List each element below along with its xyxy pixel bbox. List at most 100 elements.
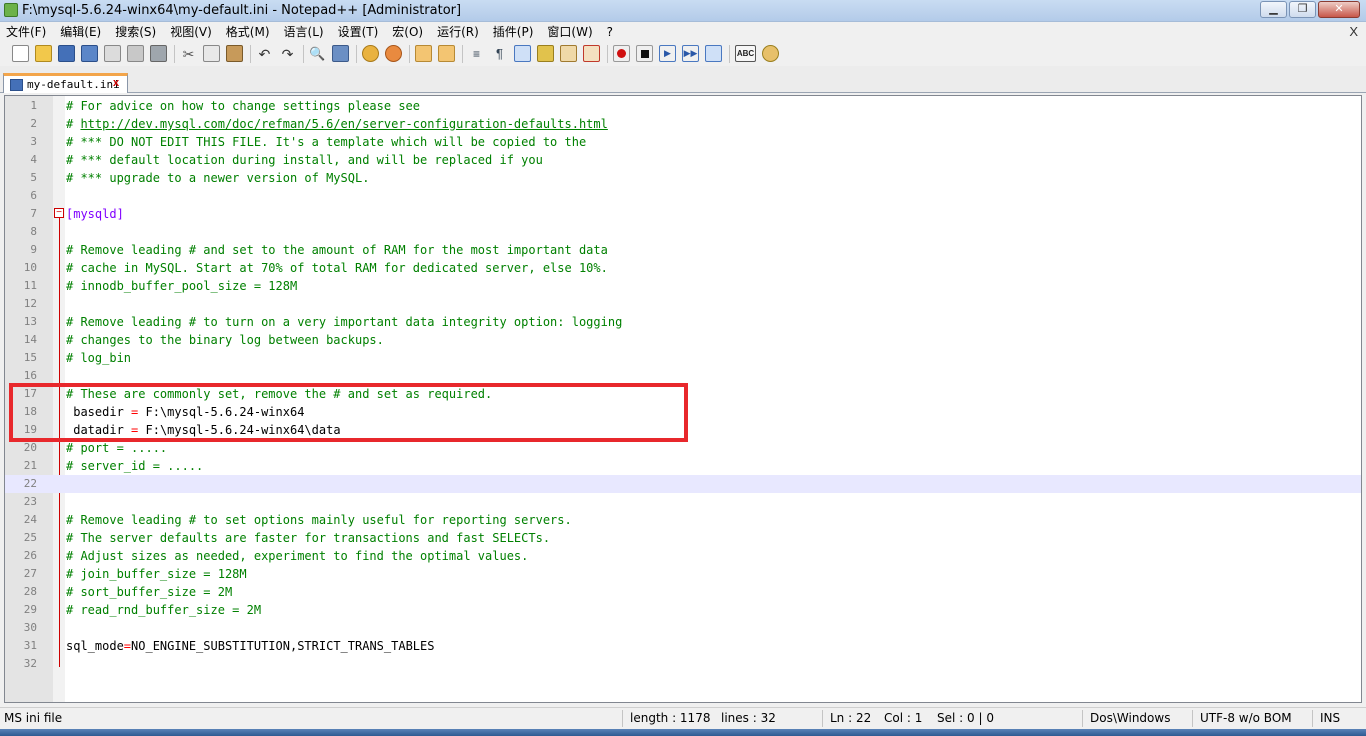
menu-help[interactable]: ? (607, 25, 613, 39)
code-line[interactable]: 21 # server_id = ..... (5, 457, 1361, 475)
user-language-icon[interactable] (537, 45, 554, 62)
code-text[interactable]: # join_buffer_size = 128M (66, 565, 247, 583)
paste-icon[interactable] (226, 45, 243, 62)
code-line[interactable]: 5 # *** upgrade to a newer version of MyS… (5, 169, 1361, 187)
tab-close-icon[interactable]: x (113, 78, 124, 89)
code-line[interactable]: 29 # read_rnd_buffer_size = 2M (5, 601, 1361, 619)
code-line[interactable]: 6 (5, 187, 1361, 205)
code-line[interactable]: 9 # Remove leading # and set to the amoun… (5, 241, 1361, 259)
code-text[interactable]: # read_rnd_buffer_size = 2M (66, 601, 261, 619)
code-line[interactable]: 31 sql_mode=NO_ENGINE_SUBSTITUTION,STRICT… (5, 637, 1361, 655)
code-line[interactable]: 23 (5, 493, 1361, 511)
save-icon[interactable] (58, 45, 75, 62)
code-text[interactable]: # For advice on how to change settings p… (66, 97, 420, 115)
word-wrap-icon[interactable]: ≡ (468, 45, 485, 62)
menu-run[interactable]: 运行(R) (437, 23, 479, 40)
play-macro-icon[interactable]: ▶ (659, 45, 676, 62)
spellcheck-icon[interactable]: ABC (735, 45, 756, 62)
code-line[interactable]: 7 [mysqld] (5, 205, 1361, 223)
menu-macro[interactable]: 宏(O) (392, 23, 423, 40)
code-line[interactable]: 12 (5, 295, 1361, 313)
status-insert-mode[interactable]: INS (1320, 711, 1340, 725)
code-text[interactable]: # Remove leading # to set options mainly… (66, 511, 572, 529)
code-text[interactable]: # sort_buffer_size = 2M (66, 583, 232, 601)
code-text[interactable]: # Remove leading # and set to the amount… (66, 241, 608, 259)
tab-my-default-ini[interactable]: my-default.ini x (3, 73, 128, 93)
save-macro-icon[interactable] (705, 45, 722, 62)
code-line[interactable]: 28 # sort_buffer_size = 2M (5, 583, 1361, 601)
menu-edit[interactable]: 编辑(E) (60, 23, 101, 40)
sync-horizontal-icon[interactable] (438, 45, 455, 62)
stop-record-icon[interactable] (636, 45, 653, 62)
code-line[interactable]: 11 # innodb_buffer_pool_size = 128M (5, 277, 1361, 295)
plugin-icon[interactable] (762, 45, 779, 62)
code-line[interactable]: 2 # http://dev.mysql.com/doc/refman/5.6/e… (5, 115, 1361, 133)
code-line[interactable]: 15 # log_bin (5, 349, 1361, 367)
code-line[interactable]: 14 # changes to the binary log between ba… (5, 331, 1361, 349)
new-file-icon[interactable] (12, 45, 29, 62)
code-line[interactable]: 3 # *** DO NOT EDIT THIS FILE. It's a tem… (5, 133, 1361, 151)
code-text[interactable]: # Adjust sizes as needed, experiment to … (66, 547, 528, 565)
status-eol[interactable]: Dos\Windows (1090, 711, 1170, 725)
code-line[interactable]: 32 (5, 655, 1361, 673)
menu-language[interactable]: 语言(L) (284, 23, 324, 40)
replace-icon[interactable] (332, 45, 349, 62)
code-text[interactable]: # http://dev.mysql.com/doc/refman/5.6/en… (66, 115, 608, 133)
title-bar[interactable]: F:\mysql-5.6.24-winx64\my-default.ini - … (0, 0, 1366, 22)
code-line[interactable]: 4 # *** default location during install, … (5, 151, 1361, 169)
sync-vertical-icon[interactable] (415, 45, 432, 62)
menu-file[interactable]: 文件(F) (6, 23, 46, 40)
zoom-out-icon[interactable] (385, 45, 402, 62)
code-line[interactable]: 25 # The server defaults are faster for t… (5, 529, 1361, 547)
redo-icon[interactable]: ↷ (279, 45, 296, 62)
code-line[interactable]: 10 # cache in MySQL. Start at 70% of tota… (5, 259, 1361, 277)
maximize-button[interactable]: ❐ (1289, 1, 1316, 18)
function-list-icon[interactable] (583, 45, 600, 62)
code-text[interactable]: # *** upgrade to a newer version of MySQ… (66, 169, 369, 187)
code-line[interactable]: 27 # join_buffer_size = 128M (5, 565, 1361, 583)
code-line[interactable]: 26 # Adjust sizes as needed, experiment t… (5, 547, 1361, 565)
copy-icon[interactable] (203, 45, 220, 62)
close-window-button[interactable]: ✕ (1318, 1, 1360, 18)
code-line[interactable]: 1 # For advice on how to change settings … (5, 97, 1361, 115)
code-text[interactable]: sql_mode=NO_ENGINE_SUBSTITUTION,STRICT_T… (66, 637, 434, 655)
run-macro-multiple-icon[interactable]: ▶▶ (682, 45, 699, 62)
menu-settings[interactable]: 设置(T) (338, 23, 379, 40)
code-line[interactable]: 24 # Remove leading # to set options main… (5, 511, 1361, 529)
menu-format[interactable]: 格式(M) (226, 23, 270, 40)
code-text[interactable]: # *** DO NOT EDIT THIS FILE. It's a temp… (66, 133, 586, 151)
show-all-chars-icon[interactable]: ¶ (491, 45, 508, 62)
menu-plugins[interactable]: 插件(P) (493, 23, 534, 40)
code-text[interactable]: # log_bin (66, 349, 131, 367)
save-all-icon[interactable] (81, 45, 98, 62)
code-text[interactable]: # cache in MySQL. Start at 70% of total … (66, 259, 608, 277)
menu-window[interactable]: 窗口(W) (547, 23, 592, 40)
close-all-icon[interactable] (127, 45, 144, 62)
doc-map-icon[interactable] (560, 45, 577, 62)
cut-icon[interactable]: ✂ (180, 45, 197, 62)
undo-icon[interactable]: ↶ (256, 45, 273, 62)
zoom-in-icon[interactable] (362, 45, 379, 62)
indent-guide-icon[interactable] (514, 45, 531, 62)
close-document-button[interactable]: X (1349, 24, 1358, 39)
open-file-icon[interactable] (35, 45, 52, 62)
code-text[interactable]: # changes to the binary log between back… (66, 331, 384, 349)
code-line[interactable]: 8 (5, 223, 1361, 241)
find-icon[interactable]: 🔍 (309, 45, 326, 62)
code-text[interactable]: # The server defaults are faster for tra… (66, 529, 550, 547)
print-icon[interactable] (150, 45, 167, 62)
status-encoding[interactable]: UTF-8 w/o BOM (1200, 711, 1292, 725)
menu-view[interactable]: 视图(V) (170, 23, 212, 40)
minimize-button[interactable]: ▁ (1260, 1, 1287, 18)
record-macro-icon[interactable] (613, 45, 630, 62)
code-text[interactable]: # innodb_buffer_pool_size = 128M (66, 277, 297, 295)
menu-search[interactable]: 搜索(S) (115, 23, 156, 40)
code-text[interactable]: # Remove leading # to turn on a very imp… (66, 313, 622, 331)
code-line[interactable]: 22 (5, 475, 1361, 493)
close-file-icon[interactable] (104, 45, 121, 62)
code-line[interactable]: 30 (5, 619, 1361, 637)
code-line[interactable]: 13 # Remove leading # to turn on a very i… (5, 313, 1361, 331)
code-text[interactable]: # *** default location during install, a… (66, 151, 543, 169)
code-text[interactable]: [mysqld] (66, 205, 124, 223)
code-text[interactable]: # server_id = ..... (66, 457, 203, 475)
